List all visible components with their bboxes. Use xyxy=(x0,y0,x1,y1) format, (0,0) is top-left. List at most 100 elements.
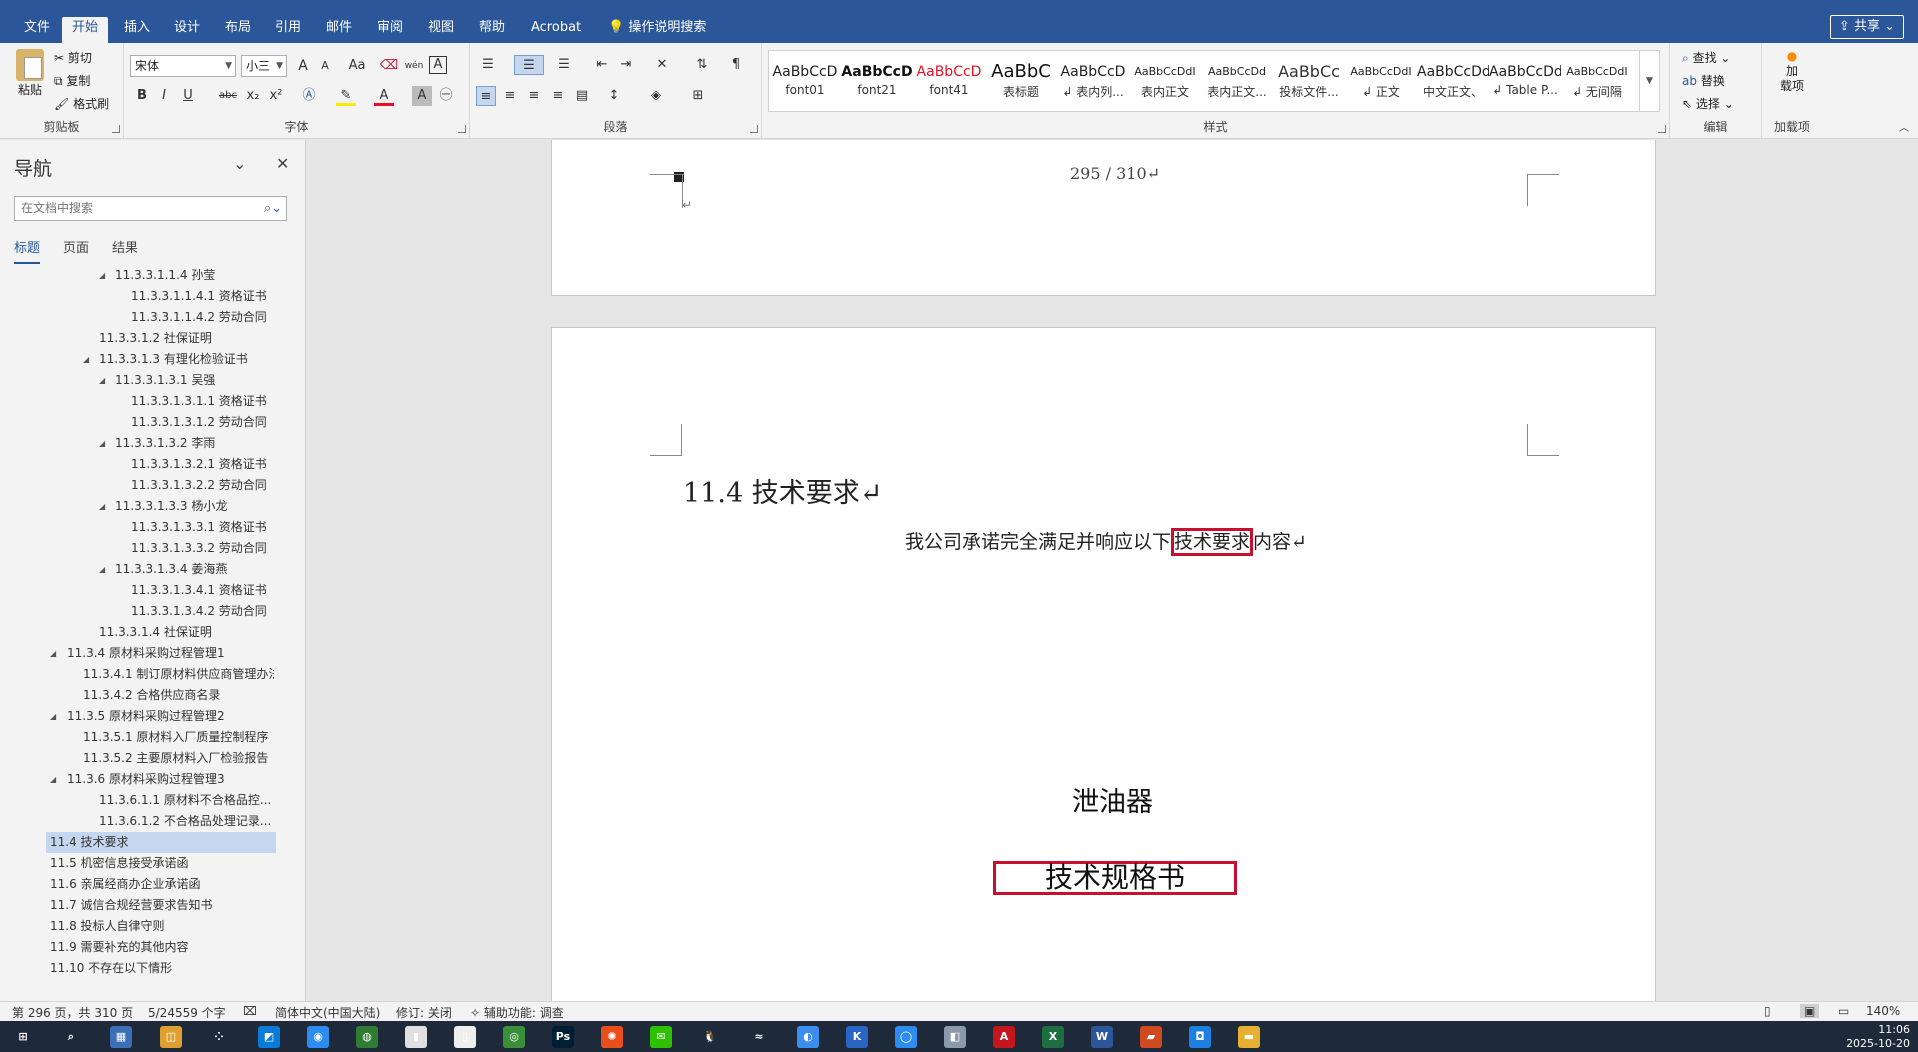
nav-heading-item[interactable]: 11.3.3.1.3.2 李雨 xyxy=(115,433,274,454)
line-spacing-icon[interactable]: ↕ xyxy=(604,86,624,106)
sort-icon[interactable]: ⇅ xyxy=(692,55,712,75)
superscript-icon[interactable]: x² xyxy=(266,86,286,106)
font-size-combo[interactable]: 小三 ▼ xyxy=(241,55,287,77)
bold-icon[interactable]: B xyxy=(132,86,152,106)
nav-heading-item[interactable]: 11.3.3.1.3.2.2 劳动合同 xyxy=(131,475,274,496)
tab-insert[interactable]: 插入 xyxy=(114,17,160,43)
nav-heading-item[interactable]: 11.3.3.1.3.1.2 劳动合同 xyxy=(131,412,274,433)
nav-heading-item[interactable]: 11.3.4 原材料采购过程管理1 xyxy=(67,643,274,664)
paragraph-launcher-icon[interactable] xyxy=(750,125,758,133)
borders-icon[interactable]: ⊞ xyxy=(688,86,708,106)
acrobat-icon[interactable]: A xyxy=(993,1026,1015,1048)
nav-heading-item[interactable]: 11.3.3.1.3.4.2 劳动合同 xyxy=(131,601,274,622)
styles-launcher-icon[interactable] xyxy=(1658,125,1666,133)
font-launcher-icon[interactable] xyxy=(458,125,466,133)
app-icon[interactable]: ◧ xyxy=(944,1026,966,1048)
collapse-triangle-icon[interactable]: ◢ xyxy=(99,559,105,580)
find-button[interactable]: ⌕ 查找 ⌄ xyxy=(1682,49,1730,66)
tab-references[interactable]: 引用 xyxy=(265,17,311,43)
excel-icon[interactable]: X xyxy=(1042,1026,1064,1048)
clipboard-launcher-icon[interactable] xyxy=(112,125,120,133)
nav-tab-headings[interactable]: 标题 xyxy=(14,237,41,264)
collapse-triangle-icon[interactable]: ◢ xyxy=(50,706,56,727)
tab-view[interactable]: 视图 xyxy=(418,17,464,43)
nav-heading-item[interactable]: 11.3.3.1.1.4.1 资格证书 xyxy=(131,286,274,307)
app-icon[interactable]: ▰ xyxy=(1140,1026,1162,1048)
decrease-indent-icon[interactable]: ⇤ xyxy=(592,55,612,75)
nav-heading-item[interactable]: 11.4 技术要求 xyxy=(46,832,276,853)
proofing-icon[interactable]: ⌧ xyxy=(243,1004,257,1018)
wechat-icon[interactable]: ✉ xyxy=(650,1026,672,1048)
file-icon[interactable]: ▯ xyxy=(454,1026,476,1048)
nav-heading-item[interactable]: 11.3.3.1.3.1.1 资格证书 xyxy=(131,391,274,412)
addins-button[interactable]: ● 加 载项 xyxy=(1770,49,1814,94)
app-icon[interactable]: ◫ xyxy=(160,1026,182,1048)
nav-heading-item[interactable]: 11.3.5.2 主要原材料入厂检验报告 xyxy=(83,748,274,769)
show-marks-icon[interactable]: ¶ xyxy=(726,55,746,75)
collapse-triangle-icon[interactable]: ◢ xyxy=(50,769,56,790)
windows-start-icon[interactable]: ⊞ xyxy=(12,1026,34,1048)
subscript-icon[interactable]: x₂ xyxy=(243,86,263,106)
app-icon[interactable]: ◉ xyxy=(307,1026,329,1048)
nav-options-icon[interactable]: ⌄ xyxy=(233,154,246,173)
word-icon[interactable]: W xyxy=(1091,1026,1113,1048)
tab-acrobat[interactable]: Acrobat xyxy=(521,17,591,43)
nav-heading-item[interactable]: 11.7 诚信合规经营要求告知书 xyxy=(50,895,274,916)
text-effects-icon[interactable]: Ⓐ xyxy=(299,86,319,106)
search-icon[interactable]: ⌕ xyxy=(60,1026,82,1048)
nav-heading-item[interactable]: 11.3.6.1.2 不合格品处理记录... xyxy=(99,811,274,832)
strikethrough-icon[interactable]: abc xyxy=(216,86,240,106)
nav-heading-item[interactable]: 11.3.3.1.2 社保证明 xyxy=(99,328,274,349)
app-icon[interactable]: ◐ xyxy=(797,1026,819,1048)
app-icon[interactable]: ≈ xyxy=(748,1026,770,1048)
phonetic-guide-icon[interactable]: wén xyxy=(403,56,425,76)
close-icon[interactable]: ✕ xyxy=(276,154,289,173)
nav-heading-item[interactable]: 11.3.3.1.3.1 吴强 xyxy=(115,370,274,391)
read-mode-icon[interactable]: ▯ xyxy=(1764,1004,1771,1018)
nav-heading-item[interactable]: 11.3.3.1.3.4 姜海燕 xyxy=(115,559,274,580)
nav-heading-item[interactable]: 11.6 亲属经商办企业承诺函 xyxy=(50,874,274,895)
copy-button[interactable]: ⧉ 复制 xyxy=(54,72,90,89)
align-center-icon[interactable]: ≡ xyxy=(500,86,520,106)
distributed-icon[interactable]: ▤ xyxy=(572,86,592,106)
app-icon[interactable]: ✺ xyxy=(601,1026,623,1048)
shrink-font-icon[interactable]: A xyxy=(315,56,335,76)
character-border-icon[interactable]: A xyxy=(429,56,447,74)
replace-button[interactable]: ab 替换 xyxy=(1682,72,1725,89)
tab-design[interactable]: 设计 xyxy=(164,17,210,43)
folder-icon[interactable]: ▬ xyxy=(1238,1026,1260,1048)
tab-review[interactable]: 审阅 xyxy=(367,17,413,43)
font-color-icon[interactable]: A xyxy=(374,86,394,106)
nav-heading-item[interactable]: 11.3.3.1.1.4.2 劳动合同 xyxy=(131,307,274,328)
collapse-triangle-icon[interactable]: ◢ xyxy=(99,265,105,286)
collapse-triangle-icon[interactable]: ◢ xyxy=(99,370,105,391)
nav-heading-item[interactable]: 11.9 需要补充的其他内容 xyxy=(50,937,274,958)
multilevel-list-icon[interactable]: ☰ xyxy=(554,55,574,75)
italic-icon[interactable]: I xyxy=(154,86,174,106)
collapse-triangle-icon[interactable]: ◢ xyxy=(83,349,89,370)
paste-button[interactable]: 粘贴 xyxy=(12,49,48,98)
enclose-character-icon[interactable]: ㊀ xyxy=(436,86,456,106)
shading-icon[interactable]: ◈ xyxy=(646,86,666,106)
nav-heading-item[interactable]: 11.3.3.1.3.3.2 劳动合同 xyxy=(131,538,274,559)
character-shading-icon[interactable]: A xyxy=(412,86,432,106)
nav-heading-item[interactable]: 11.3.3.1.3.3.1 资格证书 xyxy=(131,517,274,538)
app-icon[interactable]: ◎ xyxy=(503,1026,525,1048)
tab-mailings[interactable]: 邮件 xyxy=(316,17,362,43)
nav-heading-item[interactable]: 11.5 机密信息接受承诺函 xyxy=(50,853,274,874)
network-icon[interactable]: ⁘ xyxy=(208,1026,230,1048)
select-button[interactable]: ⇖ 选择 ⌄ xyxy=(1682,95,1734,112)
nav-heading-item[interactable]: 11.3.3.1.3.2.1 资格证书 xyxy=(131,454,274,475)
qq-icon[interactable]: 🐧 xyxy=(699,1026,721,1048)
bullets-icon[interactable]: ☰ xyxy=(478,55,498,75)
nav-heading-item[interactable]: 11.3.3.1.3.4.1 资格证书 xyxy=(131,580,274,601)
language-status[interactable]: 简体中文(中国大陆) xyxy=(275,1004,380,1021)
nav-heading-item[interactable]: 11.3.5.1 原材料入厂质量控制程序 xyxy=(83,727,274,748)
collapse-ribbon-icon[interactable]: ︿ xyxy=(1894,119,1914,139)
photoshop-icon[interactable]: Ps xyxy=(552,1026,574,1048)
app-icon[interactable]: K xyxy=(846,1026,868,1048)
tab-file[interactable]: 文件 xyxy=(14,17,60,43)
share-button[interactable]: ⇪ 共享 ⌄ xyxy=(1829,15,1904,39)
accessibility-status[interactable]: ✧ 辅助功能: 调查 xyxy=(470,1004,564,1021)
align-right-icon[interactable]: ≡ xyxy=(524,86,544,106)
